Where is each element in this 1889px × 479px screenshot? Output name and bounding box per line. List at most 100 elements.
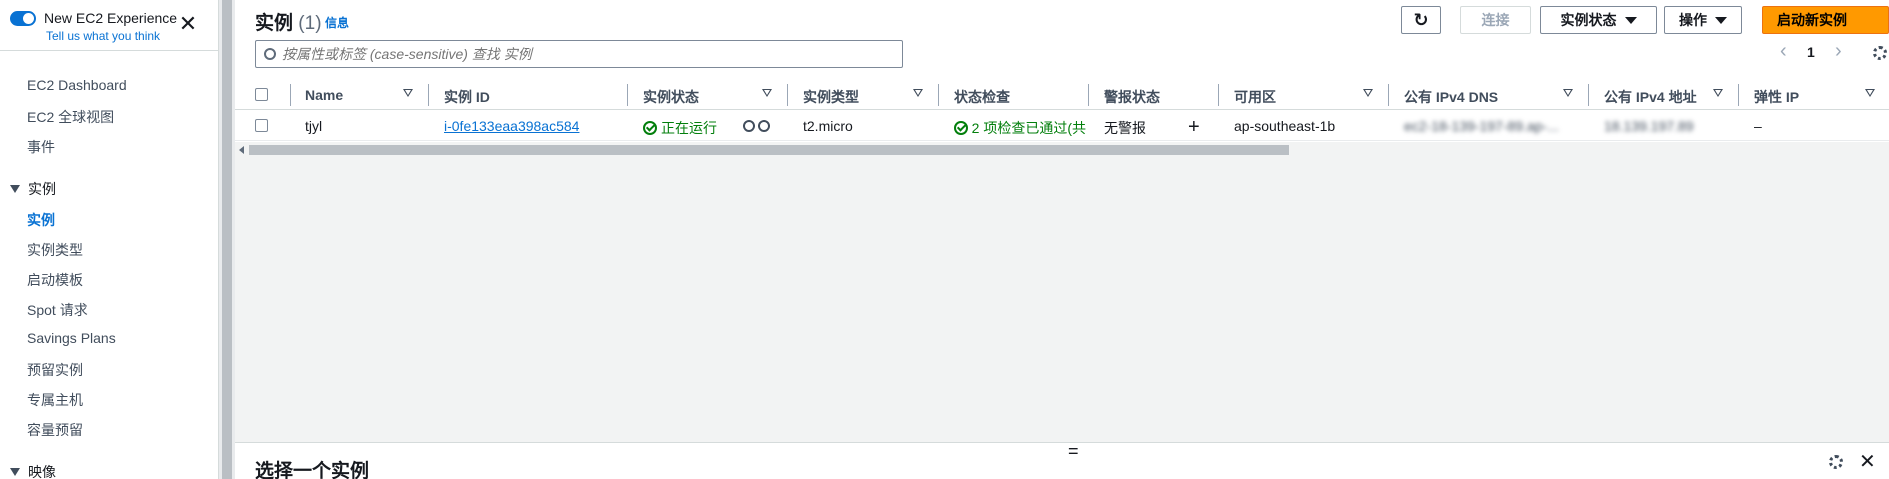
actions-label: 操作 [1679,12,1707,28]
instance-state-label: 实例状态 [1560,12,1617,28]
table-horizontal-scrollbar[interactable] [235,142,1889,158]
col-header-status-check[interactable]: 状态检查 [954,87,1010,107]
caret-down-icon [10,185,20,193]
table-empty-area [235,158,1889,442]
row-checkbox[interactable] [255,119,268,132]
zoom-in-icon[interactable] [743,120,755,132]
col-header-availability-zone[interactable]: 可用区 [1234,87,1276,107]
sidebar-item-dedicated-hosts[interactable]: 专属主机 [27,390,83,410]
sort-icon[interactable] [403,89,413,97]
col-header-instance-type[interactable]: 实例类型 [803,87,859,107]
table-header: Name 实例 ID 实例状态 实例类型 状态检查 警报状态 可用区 公有 IP… [235,80,1889,110]
cell-alarm-status: 无警报 [1104,120,1146,136]
sort-icon[interactable] [1563,89,1573,97]
col-header-alarm-status[interactable]: 警报状态 [1104,87,1160,107]
sidebar-item-spot-requests[interactable]: Spot 请求 [27,300,88,320]
column-separator [1588,84,1589,106]
connect-button[interactable]: 连接 [1460,6,1531,34]
sidebar-item-ec2-dashboard[interactable]: EC2 Dashboard [27,77,127,93]
col-header-elastic-ip[interactable]: 弹性 IP [1754,87,1799,107]
search-box[interactable] [255,40,903,68]
select-all-checkbox[interactable] [255,88,268,101]
ec2-console: New EC2 Experience Tell us what you thin… [0,0,1889,479]
sidebar-item-capacity-reservations[interactable]: 容量预留 [27,420,83,440]
sidebar-section-instances[interactable]: 实例 [10,179,56,199]
scroll-left-icon[interactable] [239,146,244,154]
split-panel-title: 选择一个实例 [255,461,370,479]
search-input[interactable] [282,46,882,62]
launch-instance-button[interactable]: 启动新实例 [1762,6,1889,34]
column-separator [1738,84,1739,106]
sort-icon[interactable] [1713,89,1723,97]
info-link[interactable]: 信息 [325,14,349,31]
pager-next-icon[interactable]: › [1835,40,1842,63]
cell-availability-zone: ap-southeast-1b [1234,118,1336,134]
chevron-down-icon [1715,16,1727,24]
column-separator [787,84,788,106]
sidebar-item-global-view[interactable]: EC2 全球视图 [27,107,114,127]
sidebar-section-images[interactable]: 映像 [10,462,56,479]
new-experience-label: New EC2 Experience [44,10,178,26]
sidebar-item-instance-types[interactable]: 实例类型 [27,240,83,260]
column-separator [1088,84,1089,106]
main-panel: 实例 (1) 信息 ↻ 连接 实例状态 操作 启动新实例 ‹ 1 › [235,0,1889,479]
instance-state-text: 正在运行 [661,120,717,136]
search-icon [264,48,276,60]
sidebar-section-label: 实例 [28,181,56,197]
sidebar-item-instances[interactable]: 实例 [27,210,55,230]
sort-icon[interactable] [913,89,923,97]
sidebar-item-savings-plans[interactable]: Savings Plans [27,330,116,346]
launch-instance-label: 启动新实例 [1777,12,1847,28]
split-panel-settings-gear-icon[interactable] [1829,455,1843,469]
page-title: 实例 (1) [255,8,322,35]
sidebar-item-events[interactable]: 事件 [27,137,55,157]
sidebar-scrollbar[interactable] [219,0,235,479]
table-row[interactable]: tjyl i-0fe133eaa398ac584 正在运行 t2.micro 2… [235,111,1889,141]
col-header-public-ip[interactable]: 公有 IPv4 地址 [1604,87,1697,107]
col-header-name[interactable]: Name [305,87,343,103]
feedback-link[interactable]: Tell us what you think [46,29,160,43]
refresh-button[interactable]: ↻ [1401,6,1441,34]
sidebar-item-reserved-instances[interactable]: 预留实例 [27,360,83,380]
preferences-gear-icon[interactable] [1873,46,1887,60]
pager-prev-icon[interactable]: ‹ [1780,40,1787,63]
sidebar-scrollbar-thumb[interactable] [222,0,232,479]
close-icon[interactable]: ✕ [178,13,198,35]
sort-icon[interactable] [762,89,772,97]
check-circle-icon [643,121,657,135]
cell-status-check: 2 项检查已通过(共 [954,118,1086,138]
zoom-out-icon[interactable] [758,120,770,132]
add-alarm-plus-icon[interactable]: + [1188,116,1200,139]
column-separator [428,84,429,106]
check-circle-icon [954,121,968,135]
col-header-instance-state[interactable]: 实例状态 [643,87,699,107]
col-header-instance-id[interactable]: 实例 ID [444,87,490,107]
caret-down-icon [10,468,20,476]
cell-public-ip: 18.139.197.89 [1604,118,1694,134]
split-panel: = 选择一个实例 ✕ [235,441,1889,479]
instance-count: (1) [298,13,322,34]
status-check-text: 2 项检查已通过(共 [971,120,1086,136]
column-separator [627,84,628,106]
instance-state-dropdown[interactable]: 实例状态 [1540,6,1657,34]
new-experience-toggle[interactable] [10,10,36,26]
column-separator [1218,84,1219,106]
cell-instance-id-link[interactable]: i-0fe133eaa398ac584 [444,118,579,134]
actions-dropdown[interactable]: 操作 [1664,6,1742,34]
scrollbar-thumb[interactable] [249,145,1289,155]
sort-icon[interactable] [1865,89,1875,97]
pager-current-page[interactable]: 1 [1807,44,1815,60]
chevron-down-icon [1624,16,1637,24]
refresh-icon: ↻ [1413,9,1429,30]
cell-instance-type: t2.micro [803,118,853,134]
col-header-public-dns[interactable]: 公有 IPv4 DNS [1404,87,1498,107]
cell-public-dns: ec2-18-139-197-89.ap-... [1404,118,1559,134]
sidebar-item-launch-templates[interactable]: 启动模板 [27,270,83,290]
cell-elastic-ip: – [1754,118,1762,134]
sort-icon[interactable] [1363,89,1373,97]
split-panel-resize-handle[interactable]: = [1068,441,1079,462]
sidebar: New EC2 Experience Tell us what you thin… [0,0,219,479]
column-separator [1388,84,1389,106]
split-panel-close-icon[interactable]: ✕ [1859,449,1876,474]
connect-label: 连接 [1481,12,1510,28]
